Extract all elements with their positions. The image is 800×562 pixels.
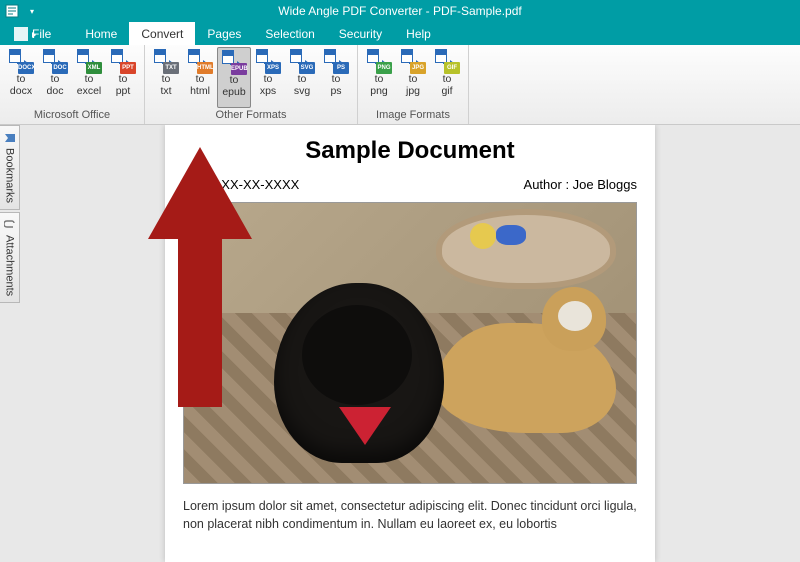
convert-to-doc-button[interactable]: DOCtodoc (38, 47, 72, 108)
bookmark-icon (4, 132, 16, 144)
convert-to-ps-button[interactable]: PStops (319, 47, 353, 108)
rbtn-label-line1: to (196, 74, 205, 85)
file-xps-icon: XPS (256, 49, 280, 73)
workspace: Bookmarks Attachments Sample Document Da… (0, 125, 800, 562)
convert-to-txt-button[interactable]: TXTtotxt (149, 47, 183, 108)
convert-to-svg-button[interactable]: SVGtosvg (285, 47, 319, 108)
rbtn-label-line2: docx (10, 86, 32, 97)
rbtn-label-line2: doc (47, 86, 64, 97)
ribbon-group-label: Other Formats (216, 108, 287, 124)
rbtn-label-line1: to (230, 75, 239, 86)
menu-selection[interactable]: Selection (253, 22, 326, 45)
file-docx-icon: DOCX (9, 49, 33, 73)
file-gif-icon: GIF (435, 49, 459, 73)
convert-to-gif-button[interactable]: GIFtogif (430, 47, 464, 108)
convert-to-png-button[interactable]: PNGtopng (362, 47, 396, 108)
file-txt-icon: TXT (154, 49, 178, 73)
rbtn-label-line2: xps (260, 86, 276, 97)
paperclip-icon (4, 219, 16, 231)
convert-to-excel-button[interactable]: XMLtoexcel (72, 47, 106, 108)
rbtn-label-line2: jpg (406, 86, 420, 97)
file-png-icon: PNG (367, 49, 391, 73)
file-html-icon: HTML (188, 49, 212, 73)
rbtn-label-line2: ppt (116, 86, 131, 97)
file-svg-icon: SVG (290, 49, 314, 73)
menu-file[interactable]: File (2, 22, 73, 45)
rbtn-label-line2: excel (77, 86, 102, 97)
file-epub-icon: EPUB (222, 50, 246, 74)
window-title: Wide Angle PDF Converter - PDF-Sample.pd… (0, 4, 800, 18)
side-tab-bookmarks[interactable]: Bookmarks (0, 125, 20, 210)
ribbon: DOCXtodocxDOCtodocXMLtoexcelPPTtopptMicr… (0, 45, 800, 125)
rbtn-label-line1: to (51, 74, 60, 85)
rbtn-label-line2: png (370, 86, 388, 97)
rbtn-label-line2: txt (160, 86, 171, 97)
qat-customize-icon[interactable]: ▾ (30, 7, 34, 16)
ribbon-spacer (469, 45, 800, 124)
rbtn-label-line2: gif (441, 86, 452, 97)
rbtn-label-line1: to (298, 74, 307, 85)
pdf-page: Sample Document Date : XX-XX-XXXX Author… (165, 125, 655, 562)
doc-image (183, 202, 637, 484)
document-viewport[interactable]: Sample Document Date : XX-XX-XXXX Author… (20, 125, 800, 562)
side-tab-attachments[interactable]: Attachments (0, 212, 20, 303)
ribbon-group-image-formats: PNGtopngJPGtojpgGIFtogifImage Formats (358, 45, 469, 124)
menu-pages[interactable]: Pages (195, 22, 253, 45)
convert-to-docx-button[interactable]: DOCXtodocx (4, 47, 38, 108)
side-tab-attachments-label: Attachments (4, 235, 16, 296)
convert-to-html-button[interactable]: HTMLtohtml (183, 47, 217, 108)
ribbon-group-microsoft-office: DOCXtodocxDOCtodocXMLtoexcelPPTtopptMicr… (0, 45, 145, 124)
app-icon (4, 3, 20, 19)
menu-convert[interactable]: Convert (129, 22, 195, 45)
file-menu-icon (14, 27, 28, 41)
rbtn-label-line1: to (162, 74, 171, 85)
ribbon-group-label: Microsoft Office (34, 108, 110, 124)
doc-body-text: Lorem ipsum dolor sit amet, consectetur … (183, 498, 637, 533)
menu-help[interactable]: Help (394, 22, 443, 45)
title-bar: ▾ Wide Angle PDF Converter - PDF-Sample.… (0, 0, 800, 22)
rbtn-label-line1: to (264, 74, 273, 85)
menu-bar: File HomeConvertPagesSelectionSecurityHe… (0, 22, 800, 45)
file-excel-icon: XML (77, 49, 101, 73)
rbtn-label-line1: to (85, 74, 94, 85)
page-title: Sample Document (183, 137, 637, 165)
menu-home[interactable]: Home (73, 22, 129, 45)
rbtn-label-line2: ps (330, 86, 341, 97)
side-tabs: Bookmarks Attachments (0, 125, 20, 562)
rbtn-label-line1: to (119, 74, 128, 85)
doc-author: Author : Joe Bloggs (524, 177, 637, 192)
side-tab-bookmarks-label: Bookmarks (4, 148, 16, 203)
rbtn-label-line2: html (190, 86, 210, 97)
convert-to-xps-button[interactable]: XPStoxps (251, 47, 285, 108)
rbtn-label-line2: svg (294, 86, 310, 97)
convert-to-ppt-button[interactable]: PPTtoppt (106, 47, 140, 108)
menu-security[interactable]: Security (327, 22, 394, 45)
rbtn-label-line1: to (332, 74, 341, 85)
rbtn-label-line1: to (17, 74, 26, 85)
convert-to-jpg-button[interactable]: JPGtojpg (396, 47, 430, 108)
rbtn-label-line2: epub (222, 87, 245, 98)
file-ps-icon: PS (324, 49, 348, 73)
file-doc-icon: DOC (43, 49, 67, 73)
file-jpg-icon: JPG (401, 49, 425, 73)
ribbon-group-label: Image Formats (376, 108, 450, 124)
rbtn-label-line1: to (409, 74, 418, 85)
rbtn-label-line1: to (443, 74, 452, 85)
convert-to-epub-button[interactable]: EPUBtoepub (217, 47, 251, 108)
rbtn-label-line1: to (375, 74, 384, 85)
doc-date: Date : XX-XX-XXXX (183, 177, 299, 192)
ribbon-group-other-formats: TXTtotxtHTMLtohtmlEPUBtoepubXPStoxpsSVGt… (145, 45, 358, 124)
file-ppt-icon: PPT (111, 49, 135, 73)
